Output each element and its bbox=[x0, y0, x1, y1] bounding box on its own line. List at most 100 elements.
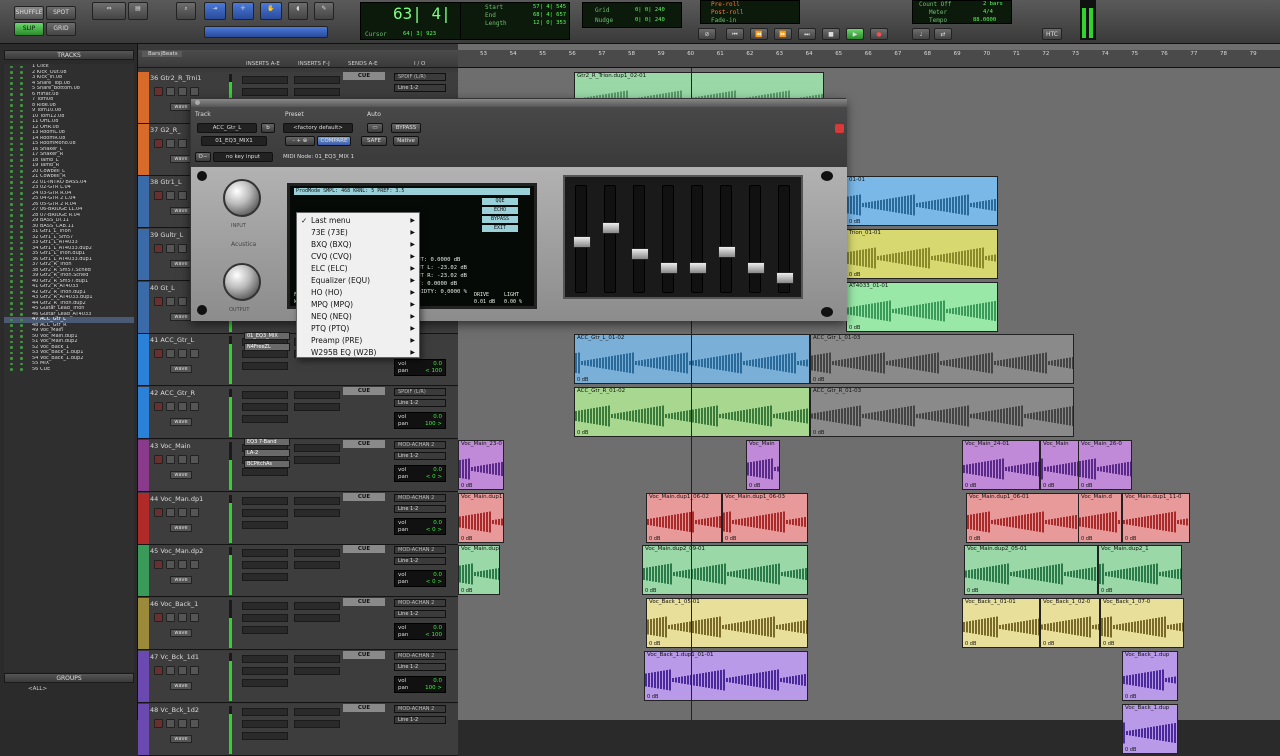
input-selector[interactable]: MOD-ACHAN 2 bbox=[394, 546, 446, 554]
plugin-titlebar[interactable] bbox=[191, 99, 847, 107]
vol-pan-display[interactable]: vol 0.0 pan 100 > bbox=[394, 412, 446, 429]
input-selector[interactable]: MOD-ACHAN 2 bbox=[394, 652, 446, 660]
clip-gain-label[interactable]: 0 dB bbox=[813, 430, 824, 436]
audio-clip[interactable]: Voc_Main_26-0 0 dB bbox=[1078, 440, 1132, 490]
record-arm-button[interactable] bbox=[154, 402, 163, 411]
mute-button[interactable] bbox=[190, 455, 199, 464]
mode-shuffle-button[interactable]: SHUFFLE bbox=[14, 6, 44, 20]
clip-gain-label[interactable]: 0 dB bbox=[749, 483, 760, 489]
output-selector[interactable]: Line 1-2 bbox=[394, 399, 446, 407]
clip-gain-label[interactable]: 0 dB bbox=[1103, 641, 1114, 647]
clip-gain-label[interactable]: 0 dB bbox=[1081, 483, 1092, 489]
insert-slot[interactable] bbox=[242, 350, 288, 358]
solo-button[interactable] bbox=[178, 244, 187, 253]
audio-clip[interactable]: ACC_Gtr_L_01-03 0 dB bbox=[810, 334, 1074, 384]
edit-track-row[interactable]: 48 Vc_Bck_1d2 wave CUE MOD-ACHAN 2 Line 1-2 bbox=[138, 704, 458, 756]
insert-slot[interactable] bbox=[242, 521, 288, 529]
clip-gain-label[interactable]: 0 dB bbox=[813, 377, 824, 383]
menu-item[interactable]: W295B EQ (W2B) ▶ bbox=[297, 347, 421, 359]
solo-button[interactable] bbox=[178, 297, 187, 306]
menu-item[interactable]: NEQ (NEQ) ▶ bbox=[297, 311, 421, 323]
insert-slot[interactable] bbox=[242, 403, 288, 411]
insert-slot[interactable] bbox=[242, 626, 288, 634]
insert-slot[interactable] bbox=[242, 561, 288, 569]
audio-clip[interactable]: Voc_Main.d 0 dB bbox=[1078, 493, 1122, 543]
input-monitor-button[interactable] bbox=[166, 613, 175, 622]
insert-plugin-name[interactable]: 01_EQ3_MIX bbox=[244, 332, 290, 340]
audio-clip[interactable]: Voc_Main 0 dB bbox=[746, 440, 780, 490]
solo-button[interactable] bbox=[178, 719, 187, 728]
record-arm-button[interactable] bbox=[154, 297, 163, 306]
auto-button[interactable]: ▭ bbox=[367, 123, 383, 133]
audio-clip[interactable]: Voc_Main.dup1_06-03 0 dB bbox=[722, 493, 808, 543]
scrubber-tool-icon[interactable]: ◖ bbox=[288, 2, 308, 20]
audio-clip[interactable]: ACC_Gtr_R_01-03 0 dB bbox=[810, 387, 1074, 437]
clip-gain-label[interactable]: 0 dB bbox=[849, 325, 860, 331]
menu-item[interactable]: CVQ (CVQ) ▶ bbox=[297, 251, 421, 263]
fader-cap[interactable] bbox=[573, 236, 591, 248]
insert-slot[interactable] bbox=[242, 549, 288, 557]
smart-tool-bar[interactable] bbox=[204, 26, 328, 38]
zoom-preset-icon[interactable]: ▤ bbox=[128, 2, 148, 20]
insert-slot[interactable] bbox=[294, 602, 340, 610]
track-name[interactable]: 42 ACC_Gtr_R bbox=[150, 389, 240, 398]
key-icon[interactable]: O− bbox=[195, 152, 211, 162]
eq-band-fader[interactable] bbox=[689, 185, 707, 293]
stop-icon[interactable]: ■ bbox=[822, 28, 840, 40]
menu-item[interactable]: HO (HO) ▶ bbox=[297, 287, 421, 299]
vol-pan-display[interactable]: vol 0.0 pan 100 > bbox=[394, 676, 446, 693]
insert-slot[interactable] bbox=[242, 655, 288, 663]
audio-clip[interactable]: ACC_Gtr_L_01-02 0 dB bbox=[574, 334, 810, 384]
insert-slot[interactable] bbox=[242, 667, 288, 675]
track-select-arrow[interactable]: b bbox=[261, 123, 275, 133]
send-cue-button[interactable]: CUE bbox=[343, 440, 385, 448]
eq-band-fader[interactable] bbox=[747, 185, 765, 293]
screen-side-button[interactable]: BYPASS bbox=[482, 216, 518, 223]
end-icon[interactable]: ⏭ bbox=[798, 28, 816, 40]
tracks-header[interactable]: TRACKS bbox=[4, 50, 134, 60]
input-selector[interactable]: MOD-ACHAN 2 bbox=[394, 599, 446, 607]
solo-button[interactable] bbox=[178, 508, 187, 517]
clip-gain-label[interactable]: 0 dB bbox=[849, 272, 860, 278]
audio-clip[interactable]: Voc_Main.dup 0 dB bbox=[458, 545, 500, 595]
groups-header[interactable]: GROUPS bbox=[4, 673, 134, 683]
record-arm-button[interactable] bbox=[154, 244, 163, 253]
fader-cap[interactable] bbox=[747, 262, 765, 274]
audio-clip[interactable]: Voc_Back_1.dup 0 dB bbox=[1122, 651, 1178, 701]
solo-button[interactable] bbox=[178, 666, 187, 675]
insert-slot[interactable] bbox=[242, 573, 288, 581]
edit-track-row[interactable]: 45 Voc_Man.dp2 wave CUE MOD-ACHAN 2 Line 1-2… bbox=[138, 545, 458, 597]
mute-button[interactable] bbox=[190, 402, 199, 411]
vol-pan-display[interactable]: vol 0.0 pan < 0 > bbox=[394, 518, 446, 535]
eq-band-fader[interactable] bbox=[718, 185, 736, 293]
audio-clip[interactable]: Voc_Back_1_02-0 0 dB bbox=[1040, 598, 1100, 648]
key-input-selector[interactable]: no key input bbox=[213, 152, 273, 162]
clip-gain-label[interactable]: 0 dB bbox=[649, 536, 660, 542]
bypass-button[interactable]: BYPASS bbox=[391, 123, 421, 133]
insert-slot[interactable] bbox=[294, 444, 340, 452]
audio-clip[interactable]: Voc_Main_24-01 0 dB bbox=[962, 440, 1040, 490]
input-monitor-button[interactable] bbox=[166, 139, 175, 148]
safe-button[interactable]: SAFE bbox=[361, 136, 387, 146]
view-selector[interactable]: wave bbox=[170, 103, 192, 111]
insert-slot[interactable] bbox=[242, 497, 288, 505]
input-monitor-button[interactable] bbox=[166, 719, 175, 728]
insert-plugin-name[interactable]: N4FreeZL bbox=[244, 343, 290, 351]
audio-clip[interactable]: Voc_Back_1.dup 0 dB bbox=[1122, 704, 1178, 754]
solo-button[interactable] bbox=[178, 455, 187, 464]
audio-clip[interactable]: 01-01 0 dB bbox=[846, 176, 998, 226]
screen-footer-param[interactable]: DRIVE 0.01 dB bbox=[474, 292, 502, 306]
trim-tool-icon[interactable]: ⇥ bbox=[204, 2, 226, 20]
output-selector[interactable]: Line 1-2 bbox=[394, 84, 446, 92]
input-selector[interactable]: MOD-ACHAN 2 bbox=[394, 705, 446, 713]
mute-button[interactable] bbox=[190, 508, 199, 517]
view-selector[interactable]: wave bbox=[170, 155, 192, 163]
mute-button[interactable] bbox=[190, 719, 199, 728]
input-monitor-button[interactable] bbox=[166, 87, 175, 96]
screen-side-button[interactable]: EXIT bbox=[482, 225, 518, 232]
insert-plugin-name[interactable]: LA-2 bbox=[244, 449, 290, 457]
view-selector[interactable]: wave bbox=[170, 629, 192, 637]
native-button[interactable]: Native bbox=[393, 136, 419, 146]
insert-slot[interactable] bbox=[242, 362, 288, 370]
clip-gain-label[interactable]: 0 dB bbox=[1101, 588, 1112, 594]
